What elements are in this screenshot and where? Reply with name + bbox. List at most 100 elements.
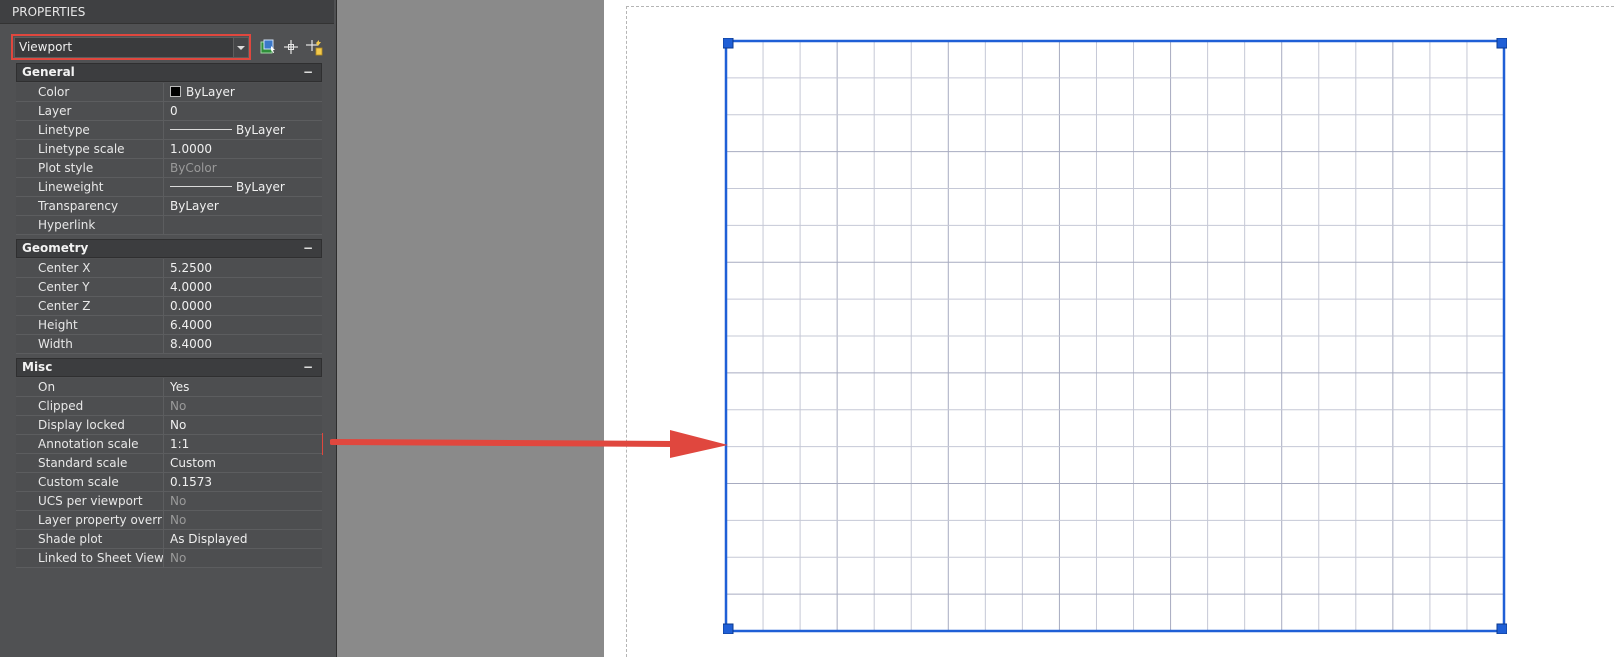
section-header-geometry[interactable]: Geometry − [16,239,322,258]
property-row-custom-scale[interactable]: Custom scale 0.1573 [16,473,322,492]
property-value[interactable]: No [165,397,322,415]
property-row-center-x[interactable]: Center X 5.2500 [16,259,322,278]
property-value[interactable]: No [165,511,322,529]
property-row-on[interactable]: On Yes [16,378,322,397]
property-value-text: As Displayed [170,532,248,546]
property-value-text: No [170,418,187,432]
property-value[interactable]: 0 [165,102,322,120]
callout-arrow [330,430,728,458]
property-row-transparency[interactable]: Transparency ByLayer [16,197,322,216]
select-objects-icon[interactable] [258,37,278,57]
property-row-standard-scale[interactable]: Standard scale Custom [16,454,322,473]
pick-add-icon[interactable] [281,37,301,57]
property-value-text: 8.4000 [170,337,212,351]
property-name: Center Y [16,278,164,296]
property-row-linked-to-sheet-view[interactable]: Linked to Sheet View No [16,549,322,568]
property-value-text: ByLayer [236,123,285,137]
properties-palette: PROPERTIES Viewport General − Color ByLayer… [0,0,337,657]
property-name: Clipped [16,397,164,415]
property-value[interactable]: 4.0000 [165,278,322,296]
viewport[interactable] [723,38,1507,634]
property-row-linetype-scale[interactable]: Linetype scale 1.0000 [16,140,322,159]
property-row-layer-property-overri[interactable]: Layer property overri... No [16,511,322,530]
property-value[interactable]: 1:1 [165,435,322,453]
property-name: Display locked [16,416,164,434]
property-row-shade-plot[interactable]: Shade plot As Displayed [16,530,322,549]
property-value-text: 5.2500 [170,261,212,275]
property-row-display-locked[interactable]: Display locked No [16,416,322,435]
collapse-icon[interactable]: − [303,240,313,257]
grip-handle-bottom-left[interactable] [723,623,734,634]
property-row-plot-style[interactable]: Plot style ByColor [16,159,322,178]
collapse-icon[interactable]: − [303,64,313,81]
grip-handle-top-right[interactable] [1496,38,1507,49]
property-name: Custom scale [16,473,164,491]
property-name: Transparency [16,197,164,215]
property-row-hyperlink[interactable]: Hyperlink [16,216,322,235]
section-header-misc[interactable]: Misc − [16,358,322,377]
property-value[interactable]: No [165,492,322,510]
callout-arrow-shaft [330,439,678,447]
property-row-width[interactable]: Width 8.4000 [16,335,322,354]
property-row-linetype[interactable]: Linetype ByLayer [16,121,322,140]
property-row-annotation-scale[interactable]: Annotation scale 1:1 [16,435,322,454]
property-row-lineweight[interactable]: Lineweight ByLayer [16,178,322,197]
property-row-clipped[interactable]: Clipped No [16,397,322,416]
property-value[interactable]: 1.0000 [165,140,322,158]
property-row-ucs-per-viewport[interactable]: UCS per viewport No [16,492,322,511]
property-name: Shade plot [16,530,164,548]
property-row-height[interactable]: Height 6.4000 [16,316,322,335]
property-row-layer[interactable]: Layer 0 [16,102,322,121]
property-value[interactable]: Yes [165,378,322,396]
property-row-center-z[interactable]: Center Z 0.0000 [16,297,322,316]
property-value-text: No [170,399,187,413]
property-value[interactable]: 0.1573 [165,473,322,491]
line-sample-icon [170,129,232,130]
property-value[interactable]: As Displayed [165,530,322,548]
property-value[interactable]: 0.0000 [165,297,322,315]
property-value[interactable]: 6.4000 [165,316,322,334]
property-value-text: Yes [170,380,190,394]
property-value-text: ByColor [170,161,217,175]
property-name: Layer property overri... [16,511,164,529]
property-value-text: ByLayer [170,199,219,213]
property-value-text: 1:1 [170,437,190,451]
property-name: Center Z [16,297,164,315]
property-value[interactable] [165,216,322,234]
property-value[interactable]: No [165,416,322,434]
property-value-text: 6.4000 [170,318,212,332]
property-value[interactable]: 5.2500 [165,259,322,277]
property-value-text: 0.0000 [170,299,212,313]
property-value-text: No [170,551,187,565]
property-value-text: 1.0000 [170,142,212,156]
property-value[interactable]: ByColor [165,159,322,177]
property-name: Hyperlink [16,216,164,234]
property-value[interactable]: ByLayer [165,83,322,101]
grip-handle-bottom-right[interactable] [1496,623,1507,634]
property-value[interactable]: ByLayer [165,121,322,139]
property-value[interactable]: ByLayer [165,197,322,215]
property-value[interactable]: ByLayer [165,178,322,196]
property-value-text: No [170,494,187,508]
property-name: Height [16,316,164,334]
property-name: Color [16,83,164,101]
property-name: Center X [16,259,164,277]
paper-margin-left [626,6,627,657]
property-name: Annotation scale [16,435,164,453]
property-value[interactable]: No [165,549,322,567]
property-value-text: Custom [170,456,216,470]
property-row-center-y[interactable]: Center Y 4.0000 [16,278,322,297]
property-row-color[interactable]: Color ByLayer [16,83,322,102]
quick-select-icon[interactable] [304,37,324,57]
property-value-text: No [170,513,187,527]
grip-handle-top-left[interactable] [723,38,734,49]
section-header-general[interactable]: General − [16,63,322,82]
property-name: Standard scale [16,454,164,472]
section-title: General [22,65,75,79]
property-name: Lineweight [16,178,164,196]
property-value-text: ByLayer [186,85,235,99]
property-value[interactable]: 8.4000 [165,335,322,353]
property-value[interactable]: Custom [165,454,322,472]
property-value-text: 4.0000 [170,280,212,294]
collapse-icon[interactable]: − [303,359,313,376]
